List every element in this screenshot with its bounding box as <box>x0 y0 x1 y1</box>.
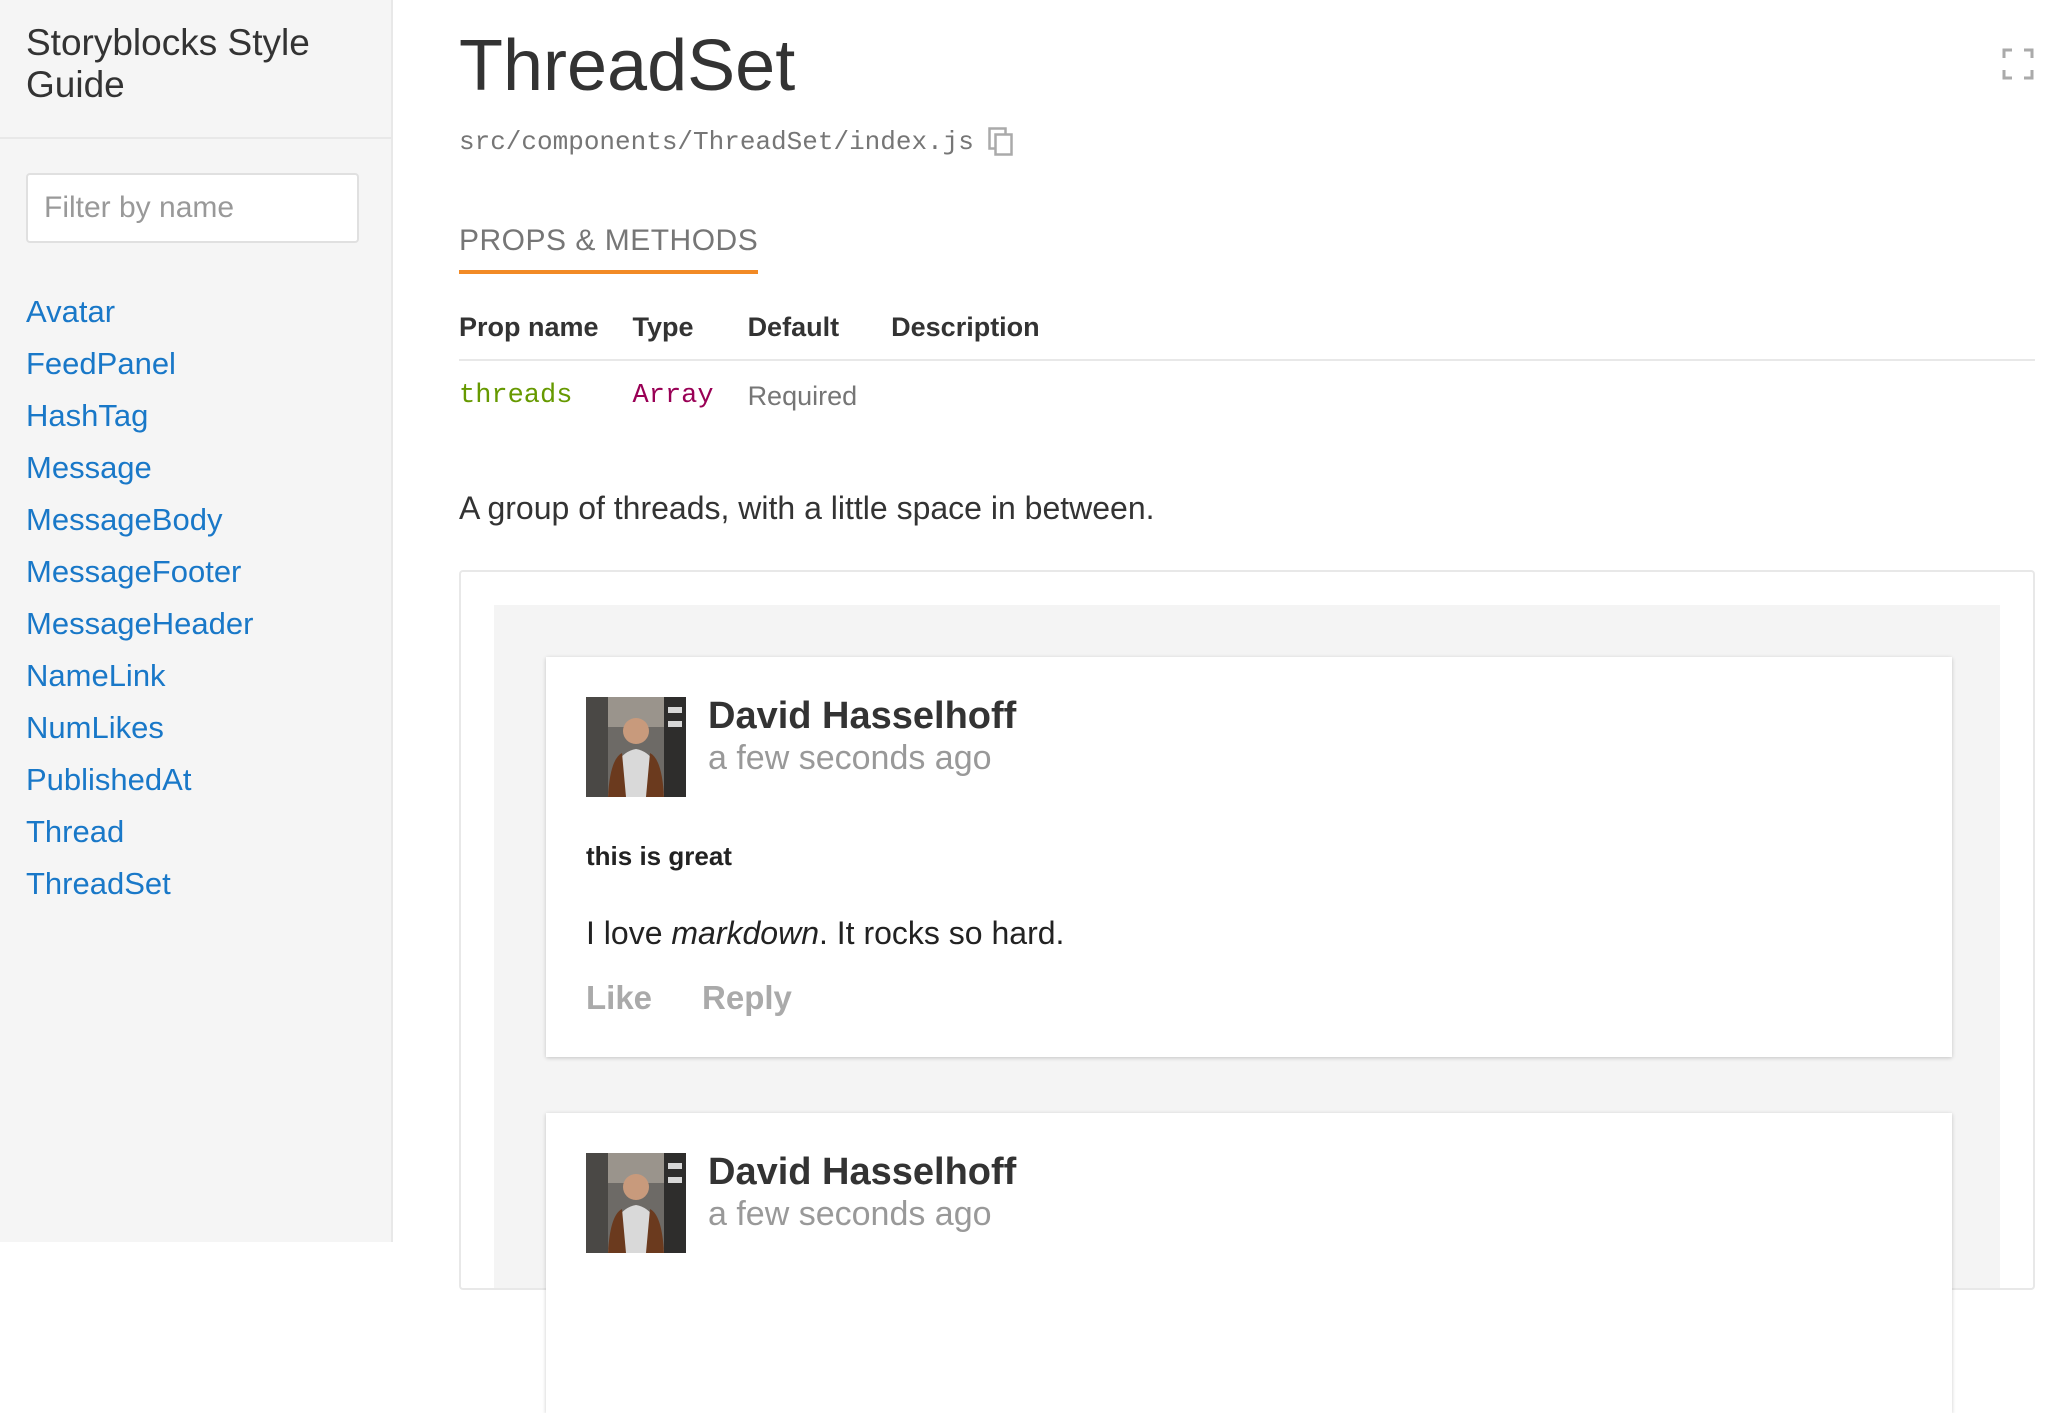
like-button[interactable]: Like <box>586 979 652 1017</box>
column-header-prop-name: Prop name <box>459 300 633 361</box>
sidebar: Storyblocks Style Guide Avatar FeedPanel… <box>0 0 393 1242</box>
page-title: ThreadSet <box>459 26 796 106</box>
fullscreen-icon[interactable] <box>2002 48 2034 80</box>
nav-link-avatar[interactable]: Avatar <box>26 294 115 329</box>
nav-item: MessageHeader <box>26 602 253 654</box>
nav-item: FeedPanel <box>26 342 253 394</box>
nav-link-messageheader[interactable]: MessageHeader <box>26 606 253 641</box>
filter-input[interactable] <box>26 173 359 243</box>
avatar-photo <box>586 1153 686 1253</box>
column-header-type: Type <box>632 300 748 361</box>
message-body: I love markdown. It rocks so hard. <box>586 915 1064 952</box>
message-body-text-end: . It rocks so hard. <box>818 915 1065 951</box>
nav-link-message[interactable]: Message <box>26 450 152 485</box>
nav-item: Thread <box>26 810 253 862</box>
column-header-default: Default <box>747 300 892 361</box>
nav-link-publishedat[interactable]: PublishedAt <box>26 762 191 797</box>
nav-item: ThreadSet <box>26 862 253 914</box>
nav-link-numlikes[interactable]: NumLikes <box>26 710 164 745</box>
nav-link-messagebody[interactable]: MessageBody <box>26 502 222 537</box>
prop-description-cell <box>891 360 2035 412</box>
message-body-text: I love <box>586 915 672 951</box>
message-body-emphasis: markdown <box>671 915 819 951</box>
nav-item: NumLikes <box>26 706 253 758</box>
nav-link-messagefooter[interactable]: MessageFooter <box>26 554 241 589</box>
prop-name-cell: threads <box>459 381 573 411</box>
component-nav: Avatar FeedPanel HashTag Message Message… <box>26 290 253 914</box>
published-time: a few seconds ago <box>708 1195 992 1233</box>
author-name-link[interactable]: David Hasselhoff <box>708 695 1016 738</box>
avatar[interactable] <box>586 1153 686 1253</box>
thread-set: David Hasselhoff a few seconds ago this … <box>494 605 2000 1413</box>
author-name-link[interactable]: David Hasselhoff <box>708 1151 1016 1194</box>
nav-item: Message <box>26 446 253 498</box>
table-row: threads Array Required <box>459 360 2035 412</box>
published-time: a few seconds ago <box>708 739 992 777</box>
example-preview: David Hasselhoff a few seconds ago this … <box>459 570 2035 1413</box>
column-header-description: Description <box>891 300 2035 361</box>
nav-item: NameLink <box>26 654 253 706</box>
app-logo[interactable]: Storyblocks Style Guide <box>26 22 366 106</box>
nav-link-thread[interactable]: Thread <box>26 814 124 849</box>
thread-card: David Hasselhoff a few seconds ago this … <box>546 657 1952 1057</box>
copy-icon[interactable] <box>988 127 1014 157</box>
source-path-row: src/components/ThreadSet/index.js <box>459 122 1014 162</box>
message-title: this is great <box>586 841 732 871</box>
nav-link-hashtag[interactable]: HashTag <box>26 398 148 433</box>
nav-item: HashTag <box>26 394 253 446</box>
nav-item: MessageFooter <box>26 550 253 602</box>
main-content: ThreadSet src/components/ThreadSet/index… <box>459 0 2056 1413</box>
nav-item: PublishedAt <box>26 758 253 810</box>
nav-link-threadset[interactable]: ThreadSet <box>26 866 171 901</box>
avatar[interactable] <box>586 697 686 797</box>
table-header-row: Prop name Type Default Description <box>459 300 2035 361</box>
tab-props-methods[interactable]: PROPS & METHODS <box>459 224 759 274</box>
thread-card: David Hasselhoff a few seconds ago <box>546 1113 1952 1413</box>
sidebar-divider <box>0 137 391 139</box>
props-table: Prop name Type Default Description threa… <box>459 300 2035 412</box>
nav-link-namelink[interactable]: NameLink <box>26 658 166 693</box>
prop-type-cell: Array <box>632 381 714 411</box>
avatar-photo <box>586 697 686 797</box>
nav-link-feedpanel[interactable]: FeedPanel <box>26 346 176 381</box>
prop-default-cell: Required <box>747 381 858 411</box>
source-path: src/components/ThreadSet/index.js <box>459 127 974 157</box>
component-description: A group of threads, with a little space … <box>459 490 1155 526</box>
nav-item: MessageBody <box>26 498 253 550</box>
nav-item: Avatar <box>26 290 253 342</box>
message-footer: Like Reply <box>586 979 792 1017</box>
reply-button[interactable]: Reply <box>702 979 792 1017</box>
